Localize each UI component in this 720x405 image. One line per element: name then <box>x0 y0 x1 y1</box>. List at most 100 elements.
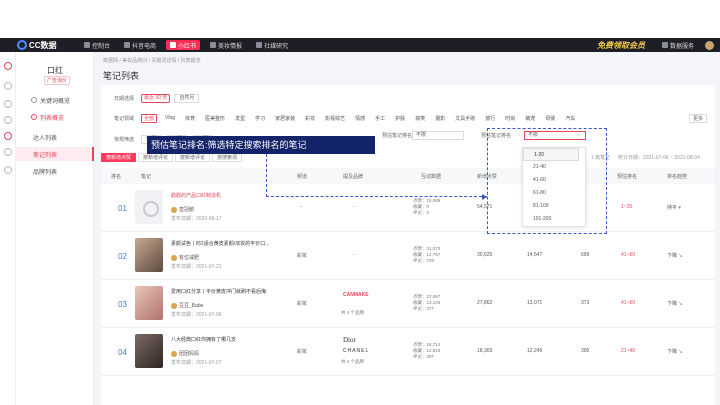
rank-option[interactable]: 1-20 <box>523 148 579 161</box>
channel-tag[interactable]: 搞笑 <box>415 115 425 122</box>
author-name: 豆豆_Babe <box>179 303 204 309</box>
note-thumbnail[interactable] <box>135 190 163 224</box>
channel-tag[interactable]: 全部 <box>141 113 158 123</box>
note-author[interactable]: 有位减肥 <box>171 254 199 261</box>
channel-tag[interactable]: 医美整形 <box>205 115 225 122</box>
tag-icon[interactable] <box>4 166 12 174</box>
trend-label: 下降 <box>667 301 678 307</box>
trend-arrow-icon: ↘ <box>678 349 683 355</box>
note-author[interactable]: 皇冠鹅 <box>171 206 194 213</box>
chart-icon[interactable] <box>4 116 12 124</box>
menu-list-overview[interactable]: 列表概览 <box>16 110 94 124</box>
channel-tag[interactable]: 家居家装 <box>275 115 295 122</box>
menu-keyword-overview[interactable]: 关键词概览 <box>16 93 94 107</box>
cell-trend: 下降 ↘ <box>667 300 683 307</box>
cell-brand: - <box>353 204 355 210</box>
channel-tag[interactable]: 文具手账 <box>455 115 475 122</box>
star-icon[interactable] <box>4 148 12 156</box>
table-row[interactable]: 02 素颜试色丨8只适合黄皮素颜/浓妆的平价口... 有位减肥 发布日期：202… <box>101 232 715 280</box>
row-rank: 02 <box>118 252 127 261</box>
channel-filter-row: 笔记领域 全部 Vlog 体育 医美整形 发型 学习 家居家装 彩妆 影视综艺 … <box>101 112 715 124</box>
cell-brand[interactable]: 共 4 个品牌 <box>341 359 364 365</box>
interaction-likes: 点赞：15,069 <box>413 198 441 203</box>
nav-social[interactable]: 社媒研究 <box>249 38 295 52</box>
interaction-likes: 点赞：31,070 <box>413 246 441 251</box>
table-row[interactable]: 04 八大经典口红你拥有了哪几支 团团妈妈 发布日期：2021-07-07 彩妆… <box>101 328 715 376</box>
menu-brand-list[interactable]: 品牌列表 <box>16 164 94 178</box>
channel-tag[interactable]: 时尚 <box>505 115 515 122</box>
publish-date: 发布日期：2021-07-07 <box>171 360 222 366</box>
list-icon <box>31 114 37 120</box>
user-avatar[interactable] <box>705 40 714 50</box>
note-title[interactable]: 爱用口红分享丨平价黄皮冲门就刷不看后悔 <box>171 288 301 295</box>
free-member-promo[interactable]: 免费领取会员 <box>597 40 645 51</box>
interaction-data: 点赞：31,070 收藏：14,757 评论：703 <box>413 246 440 264</box>
row-rank: 04 <box>118 348 127 357</box>
channel-tag[interactable]: 摄影 <box>435 115 445 122</box>
channel-tag[interactable]: 学习 <box>255 115 265 122</box>
more-button[interactable]: 更多 <box>688 113 707 123</box>
channel-tag[interactable]: 影视综艺 <box>325 115 345 122</box>
tab-new-likes[interactable]: 按新增点赞 <box>101 152 137 162</box>
note-thumbnail[interactable] <box>135 334 163 368</box>
user-icon[interactable] <box>4 100 12 108</box>
brand-logo[interactable]: CC数据 <box>17 40 77 51</box>
note-thumbnail[interactable] <box>135 286 163 320</box>
channel-tag[interactable]: Vlog <box>165 115 175 121</box>
menu-label: 品牌列表 <box>33 169 58 176</box>
user-area: 数据服务 <box>655 38 714 52</box>
table-row[interactable]: 03 爱用口红分享丨平价黄皮冲门就刷不看后悔 豆豆_Babe 发布日期：2021… <box>101 280 715 328</box>
note-author[interactable]: 豆豆_Babe <box>171 302 203 309</box>
cell-brand[interactable]: 共 4 个品牌 <box>341 310 364 316</box>
channel-tag[interactable]: 情感 <box>355 115 365 122</box>
rank-option[interactable]: 21-40 <box>523 161 585 174</box>
rank-option[interactable]: 61-80 <box>523 187 585 200</box>
channel-tag[interactable]: 汽车 <box>565 115 575 122</box>
note-title[interactable]: 素颜试色丨8只适合黄皮素颜/浓妆的平价口... <box>171 240 301 247</box>
nav-label: 美妆情报 <box>218 43 243 50</box>
rank-option[interactable]: 41-60 <box>523 174 585 187</box>
ad-badge[interactable]: 广告询价 <box>44 76 71 85</box>
logo-text: CC数据 <box>29 40 57 50</box>
brand-logo-chanel: CHANEL <box>343 348 370 354</box>
month-select[interactable]: 自然月 <box>174 93 200 103</box>
channel-tag[interactable]: 萌宠 <box>525 115 535 122</box>
list-icon[interactable] <box>4 132 12 140</box>
rank-option[interactable]: 101-200 <box>523 213 585 226</box>
channel-tag[interactable]: 发型 <box>235 115 245 122</box>
cell-brand: - <box>353 252 355 258</box>
channel-tag[interactable]: 彩妆 <box>305 115 315 122</box>
sort-select[interactable]: 不限 <box>412 131 464 140</box>
publish-date: 发布日期：2021-07-21 <box>171 264 222 270</box>
author-name: 有位减肥 <box>179 255 200 261</box>
cell-new-comments: 373 <box>581 300 590 306</box>
nav-beauty[interactable]: 美妆情报 <box>203 38 249 52</box>
note-thumbnail[interactable] <box>135 238 163 272</box>
channel-tag[interactable]: 母婴 <box>545 115 555 122</box>
cell-trend: 下降 ↘ <box>667 348 683 355</box>
note-author[interactable]: 团团妈妈 <box>171 350 199 357</box>
date-range-chip[interactable]: 最近 30 天 <box>141 93 171 103</box>
social-icon <box>256 42 263 48</box>
nav-xiaohongshu[interactable]: 小红书 <box>166 40 201 50</box>
menu-note-list[interactable]: 笔记列表 <box>16 147 94 161</box>
nav-douyin[interactable]: 抖音电商 <box>117 38 163 52</box>
home-icon[interactable] <box>4 82 12 90</box>
menu-kol-list[interactable]: 达人列表 <box>16 130 94 144</box>
interaction-data: 点赞：15,069 收藏：0 评论：0 <box>413 198 440 216</box>
brand-logo-dior: Dior <box>343 336 356 344</box>
channel-tag[interactable]: 旅行 <box>485 115 495 122</box>
date-filter-row: 日期选择 最近 30 天 自然月 <box>101 92 715 104</box>
nav-console[interactable]: 控制台 <box>77 38 117 52</box>
rank-option[interactable]: 81-100 <box>523 200 585 213</box>
publish-date: 发布日期：2020-06-17 <box>171 216 222 222</box>
channel-tag[interactable]: 手工 <box>375 115 385 122</box>
menu-label: 达人列表 <box>33 135 58 142</box>
interaction-data: 点赞：18,714 收藏：12,519 评论：307 <box>413 342 440 360</box>
data-service-link[interactable]: 数据服务 <box>655 38 701 52</box>
channel-tag[interactable]: 体育 <box>185 115 195 122</box>
heart-icon[interactable] <box>4 62 12 70</box>
channel-tag[interactable]: 护肤 <box>395 115 405 122</box>
cell-new-saves: 13,071 <box>527 300 543 306</box>
note-title[interactable]: 八大经典口红你拥有了哪几支 <box>171 336 301 343</box>
